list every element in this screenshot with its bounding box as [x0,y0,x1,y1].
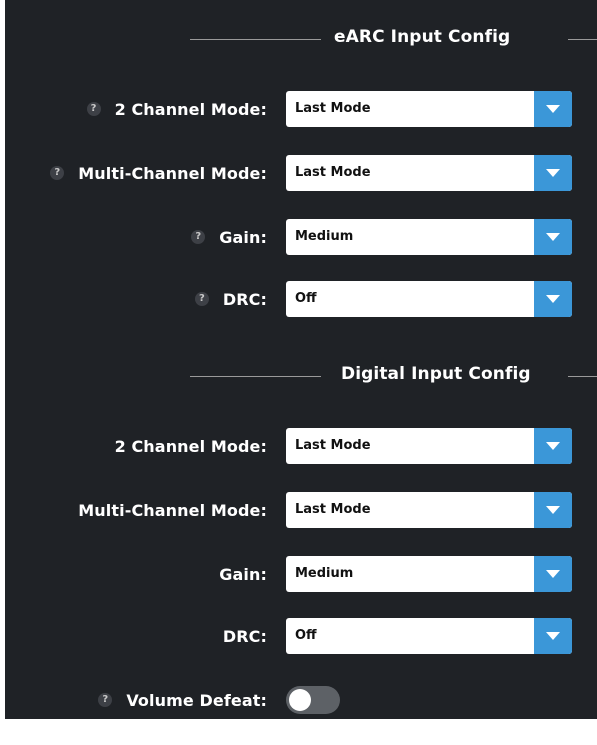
volume-defeat-row: ? Volume Defeat: [5,682,597,718]
earc-multich-mode-label: Multi-Channel Mode: [78,163,267,183]
select-value: Last Mode [295,101,371,116]
dropdown-arrow-icon[interactable] [534,492,572,528]
dropdown-arrow-icon[interactable] [534,91,572,127]
select-value: Medium [295,229,354,244]
digital-drc-select[interactable]: Off [286,618,572,654]
digital-drc-row: DRC: Off [5,618,597,654]
help-icon[interactable]: ? [194,292,209,306]
earc-drc-select[interactable]: Off [286,281,572,317]
digital-2ch-mode-select[interactable]: Last Mode [286,428,572,464]
volume-defeat-label: Volume Defeat: [126,690,267,710]
help-icon[interactable]: ? [86,102,101,116]
digital-gain-row: Gain: Medium [5,556,597,592]
earc-drc-label: DRC: [222,289,267,309]
help-icon[interactable]: ? [50,166,65,180]
section-header-earc: eARC Input Config [5,24,597,54]
toggle-knob [289,689,311,711]
select-value: Off [295,628,317,643]
dropdown-arrow-icon[interactable] [534,219,572,255]
digital-multich-mode-label: Multi-Channel Mode: [78,500,267,520]
settings-panel: eARC Input Config ? 2 Channel Mode: Last… [5,0,597,719]
earc-drc-row: ? DRC: Off [5,281,597,317]
help-icon[interactable]: ? [98,693,113,707]
header-divider-left [190,39,321,40]
earc-gain-label: Gain: [219,227,267,247]
digital-drc-label: DRC: [222,626,267,646]
help-icon[interactable]: ? [191,230,206,244]
select-value: Last Mode [295,165,371,180]
section-title-digital: Digital Input Config [341,364,531,384]
volume-defeat-toggle[interactable] [286,686,340,714]
dropdown-arrow-icon[interactable] [534,618,572,654]
earc-multich-mode-row: ? Multi-Channel Mode: Last Mode [5,155,597,191]
digital-gain-select[interactable]: Medium [286,556,572,592]
dropdown-arrow-icon[interactable] [534,556,572,592]
select-value: Last Mode [295,502,371,517]
earc-2ch-mode-select[interactable]: Last Mode [286,91,572,127]
section-header-digital: Digital Input Config [5,361,597,391]
header-divider-left [190,376,321,377]
earc-gain-select[interactable]: Medium [286,219,572,255]
digital-2ch-mode-label: 2 Channel Mode: [114,436,267,456]
earc-2ch-mode-label: 2 Channel Mode: [114,99,267,119]
section-title-earc: eARC Input Config [334,27,511,47]
digital-multich-mode-row: Multi-Channel Mode: Last Mode [5,492,597,528]
select-value: Medium [295,566,354,581]
earc-2ch-mode-row: ? 2 Channel Mode: Last Mode [5,91,597,127]
dropdown-arrow-icon[interactable] [534,428,572,464]
earc-multich-mode-select[interactable]: Last Mode [286,155,572,191]
dropdown-arrow-icon[interactable] [534,281,572,317]
digital-gain-label: Gain: [219,564,267,584]
digital-2ch-mode-row: 2 Channel Mode: Last Mode [5,428,597,464]
digital-multich-mode-select[interactable]: Last Mode [286,492,572,528]
header-divider-right [568,39,597,40]
header-divider-right [568,376,597,377]
select-value: Off [295,291,317,306]
dropdown-arrow-icon[interactable] [534,155,572,191]
select-value: Last Mode [295,438,371,453]
earc-gain-row: ? Gain: Medium [5,219,597,255]
